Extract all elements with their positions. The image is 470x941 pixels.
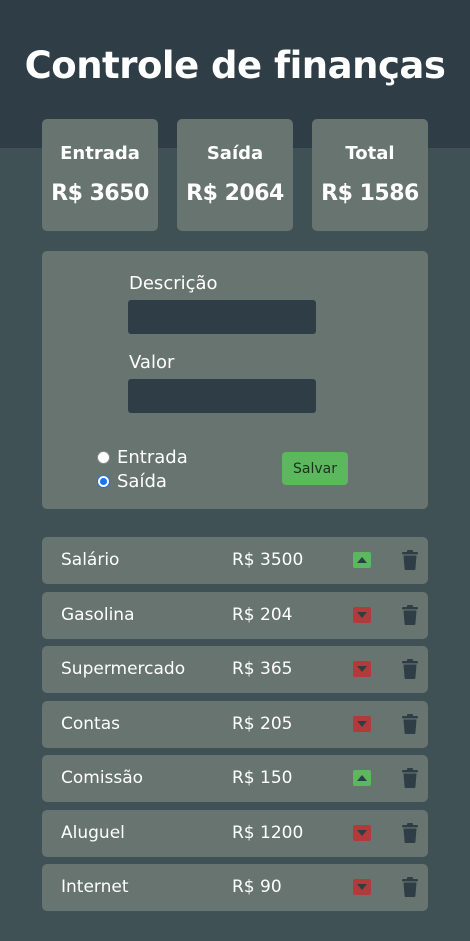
amount-input[interactable] — [128, 379, 316, 413]
summary-card-total: Total R$ 1586 — [312, 119, 428, 231]
trash-icon[interactable] — [402, 768, 418, 788]
transaction-amount: R$ 3500 — [232, 550, 304, 570]
trash-icon[interactable] — [402, 659, 418, 679]
radio-entrada-label: Entrada — [117, 447, 188, 468]
summary-card-entrada: Entrada R$ 3650 — [42, 119, 158, 231]
transaction-description: Supermercado — [61, 659, 186, 679]
transaction-row: Internet R$ 90 — [42, 864, 428, 911]
trash-icon[interactable] — [402, 714, 418, 734]
summary-label: Total — [345, 143, 395, 164]
radio-saida-button[interactable] — [97, 475, 110, 488]
trash-icon[interactable] — [402, 823, 418, 843]
arrow-down-icon — [353, 661, 371, 677]
description-label: Descrição — [129, 273, 218, 294]
summary-value: R$ 1586 — [321, 181, 419, 206]
description-input[interactable] — [128, 300, 316, 334]
transaction-amount: R$ 365 — [232, 659, 293, 679]
arrow-up-icon — [353, 770, 371, 786]
page-title: Controle de finanças — [24, 44, 446, 87]
transaction-description: Contas — [61, 714, 120, 734]
summary-value: R$ 3650 — [51, 181, 149, 206]
summary-label: Saída — [206, 143, 264, 164]
transaction-row: Salário R$ 3500 — [42, 537, 428, 584]
transaction-row: Supermercado R$ 365 — [42, 646, 428, 693]
save-button[interactable]: Salvar — [282, 452, 348, 485]
transaction-row: Comissão R$ 150 — [42, 755, 428, 802]
arrow-down-icon — [353, 825, 371, 841]
transaction-row: Aluguel R$ 1200 — [42, 810, 428, 857]
transaction-row: Contas R$ 205 — [42, 701, 428, 748]
transaction-description: Gasolina — [61, 605, 135, 625]
transaction-row: Gasolina R$ 204 — [42, 592, 428, 639]
transaction-amount: R$ 204 — [232, 605, 293, 625]
transaction-description: Aluguel — [61, 823, 125, 843]
summary-label: Entrada — [60, 143, 140, 164]
trash-icon[interactable] — [402, 877, 418, 897]
transaction-form: Descrição Valor Entrada Saída Salvar — [42, 251, 428, 509]
amount-label: Valor — [129, 352, 175, 373]
transaction-amount: R$ 1200 — [232, 823, 304, 843]
transaction-amount: R$ 205 — [232, 714, 293, 734]
arrow-up-icon — [353, 552, 371, 568]
radio-entrada-button[interactable] — [97, 451, 110, 464]
radio-entrada[interactable]: Entrada — [97, 447, 188, 468]
arrow-down-icon — [353, 607, 371, 623]
arrow-down-icon — [353, 716, 371, 732]
summary-value: R$ 2064 — [186, 181, 284, 206]
radio-saida[interactable]: Saída — [97, 471, 167, 492]
transaction-amount: R$ 150 — [232, 768, 293, 788]
trash-icon[interactable] — [402, 550, 418, 570]
summary-card-saida: Saída R$ 2064 — [177, 119, 293, 231]
arrow-down-icon — [353, 879, 371, 895]
radio-saida-label: Saída — [117, 471, 167, 492]
transaction-description: Internet — [61, 877, 129, 897]
transaction-description: Salário — [61, 550, 120, 570]
transaction-amount: R$ 90 — [232, 877, 282, 897]
trash-icon[interactable] — [402, 605, 418, 625]
transaction-description: Comissão — [61, 768, 144, 788]
